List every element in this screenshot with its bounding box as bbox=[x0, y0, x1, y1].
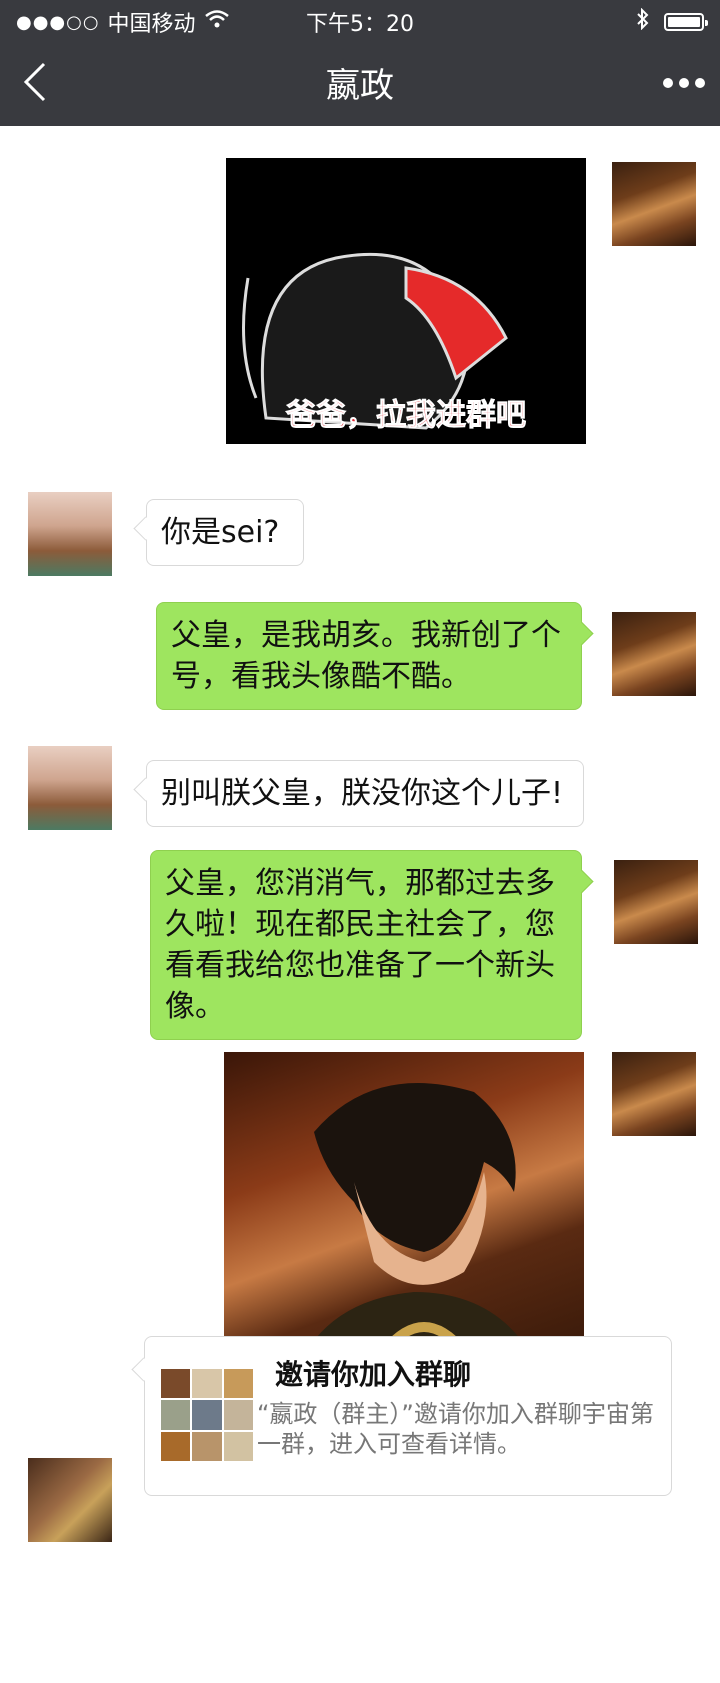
contact-avatar[interactable] bbox=[28, 1458, 112, 1542]
self-avatar[interactable] bbox=[612, 162, 696, 246]
message-bubble-incoming[interactable]: 你是sei? bbox=[146, 499, 304, 566]
message-bubble-outgoing[interactable]: 父皇，是我胡亥。我新创了个号，看我头像酷不酷。 bbox=[156, 602, 582, 710]
message-bubble-incoming[interactable]: 别叫朕父皇，朕没你这个儿子! bbox=[146, 760, 584, 827]
contact-avatar[interactable] bbox=[28, 746, 112, 830]
more-dots-icon bbox=[663, 78, 705, 88]
bluetooth-icon bbox=[636, 7, 650, 36]
status-bar: ●●●○○ 中国移动 下午5：20 bbox=[0, 0, 720, 40]
more-button[interactable] bbox=[662, 68, 706, 98]
chat-area[interactable]: 爸爸，拉我进群吧 你是sei? 父皇，是我胡亥。我新创了个号，看我头像酷不酷。 … bbox=[0, 126, 720, 1683]
invite-description: “嬴政（群主）”邀请你加入群聊宇宙第一群，进入可查看详情。 bbox=[257, 1400, 654, 1458]
group-avatar-grid bbox=[161, 1369, 253, 1461]
chat-title: 嬴政 bbox=[326, 66, 394, 106]
battery-icon bbox=[664, 13, 708, 31]
group-invite-card[interactable]: 邀请你加入群聊 “嬴政（群主）”邀请你加入群聊宇宙第一群，进入可查看详情。 bbox=[144, 1336, 672, 1496]
status-right bbox=[636, 7, 708, 36]
self-avatar[interactable] bbox=[612, 612, 696, 696]
status-time: 下午5：20 bbox=[306, 12, 414, 37]
sticker-caption: 爸爸，拉我进群吧 bbox=[286, 398, 527, 434]
self-avatar[interactable] bbox=[612, 1052, 696, 1136]
nav-bar: 嬴政 bbox=[0, 40, 720, 126]
message-bubble-outgoing[interactable]: 父皇，您消消气，那都过去多久啦！现在都民主社会了，您看看我给您也准备了一个新头像… bbox=[150, 850, 582, 1040]
self-avatar[interactable] bbox=[614, 860, 698, 944]
contact-avatar[interactable] bbox=[28, 492, 112, 576]
invite-title: 邀请你加入群聊 bbox=[275, 1358, 472, 1391]
sticker-image-message[interactable]: 爸爸，拉我进群吧 bbox=[226, 158, 586, 444]
